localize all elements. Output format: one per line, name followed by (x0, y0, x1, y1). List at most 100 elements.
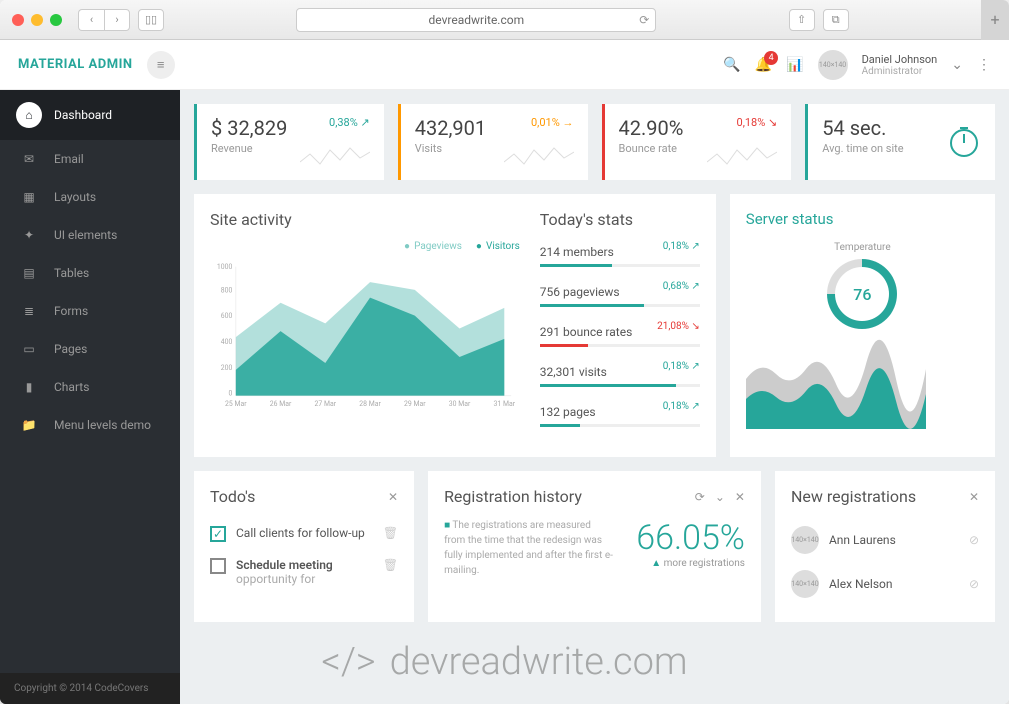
svg-text:600: 600 (221, 312, 233, 320)
svg-text:26 Mar: 26 Mar (270, 400, 292, 408)
new-tab-button[interactable]: + (981, 0, 1009, 40)
chevron-down-icon[interactable]: ⌄ (715, 490, 725, 504)
form-icon: ≣ (16, 304, 42, 318)
sidebar-item-forms[interactable]: ≣ Forms (0, 292, 180, 330)
svg-text:0: 0 (228, 390, 232, 398)
registration-item[interactable]: 140×140 Ann Laurens ⊘ (791, 518, 979, 562)
registration-sub: more registrations (664, 558, 745, 569)
chevron-down-icon[interactable]: ⌄ (951, 57, 963, 73)
home-icon: ⌂ (16, 102, 42, 128)
checkbox-icon[interactable]: ✓ (210, 526, 226, 542)
close-window-icon[interactable] (12, 14, 24, 26)
sidebar-item-ui-elements[interactable]: ✦ UI elements (0, 216, 180, 254)
sidebar-item-label: UI elements (54, 228, 117, 242)
sidebar-item-label: Layouts (54, 190, 96, 204)
checkbox-icon[interactable] (210, 558, 226, 574)
gauge-label: Temperature (746, 242, 979, 253)
sidebar-item-label: Menu levels demo (54, 418, 151, 432)
brand-logo: MATERIAL ADMIN (18, 57, 133, 72)
kpi-visits: 432,901Visits0,01% → (398, 104, 588, 180)
kpi-revenue: $ 32,829Revenue0,38% ↗ (194, 104, 384, 180)
avatar[interactable]: 140×140 (818, 50, 848, 80)
legend-pageviews: Pageviews (404, 241, 462, 252)
kpi-avg-time-on-site: 54 sec.Avg. time on site (805, 104, 995, 180)
stat-row: 214 members0,18% ↗ (540, 241, 700, 267)
svg-text:1000: 1000 (217, 263, 233, 271)
user-name: Alex Nelson (829, 577, 893, 591)
stat-row: 756 pageviews0,68% ↗ (540, 281, 700, 307)
ban-icon[interactable]: ⊘ (969, 577, 979, 591)
ban-icon[interactable]: ⊘ (969, 533, 979, 547)
sidebar-item-pages[interactable]: ▭Pages (0, 330, 180, 368)
sidebar-item-layouts[interactable]: ▦Layouts (0, 178, 180, 216)
site-activity-card: Site activity Pageviews Visitors 02 (194, 194, 716, 457)
sidebar-item-tables[interactable]: ▤ Tables (0, 254, 180, 292)
todo-text: Call clients for follow-up (236, 526, 373, 540)
todos-title: Todo's (210, 487, 255, 506)
close-icon[interactable]: ✕ (969, 490, 979, 504)
app-topbar: MATERIAL ADMIN ≡ 🔍 🔔4 📊 140×140 Daniel J… (0, 40, 1009, 90)
avatar: 140×140 (791, 526, 819, 554)
server-status-title: Server status (746, 210, 979, 228)
kpi-bounce-rate: 42.90%Bounce rate0,18% ↘ (602, 104, 792, 180)
registration-note: The registrations are measured from the … (444, 518, 614, 578)
sidebar-item-label: Tables (54, 266, 89, 280)
sidebar-item-label: Pages (54, 342, 87, 356)
svg-text:28 Mar: 28 Mar (359, 400, 381, 408)
stat-row: 291 bounce rates21,08% ↘ (540, 321, 700, 347)
svg-text:200: 200 (221, 364, 233, 372)
sidebar-item-dashboard[interactable]: ⌂Dashboard (0, 90, 180, 140)
svg-text:800: 800 (221, 286, 233, 294)
user-menu[interactable]: Daniel Johnson Administrator (862, 53, 938, 77)
bar-icon: ▮ (16, 380, 42, 394)
site-activity-title: Site activity (210, 210, 520, 229)
user-name: Ann Laurens (829, 533, 896, 547)
share-icon[interactable]: ⇧ (789, 9, 815, 31)
user-name: Daniel Johnson (862, 53, 938, 66)
server-sparkline (746, 339, 926, 429)
more-icon[interactable]: ⋮ (977, 57, 991, 73)
sidebar-item-email[interactable]: ✉Email (0, 140, 180, 178)
user-role: Administrator (862, 66, 938, 77)
todo-text: Schedule meetingopportunity for (236, 558, 373, 586)
bell-icon[interactable]: 🔔4 (755, 57, 772, 73)
svg-text:400: 400 (221, 338, 233, 346)
reload-icon[interactable]: ⟳ (639, 13, 649, 27)
sidebar-footer: Copyright © 2014 CodeCovers (0, 673, 180, 704)
url-text: devreadwrite.com (429, 13, 525, 27)
chart-icon[interactable]: 📊 (786, 57, 803, 73)
url-bar[interactable]: devreadwrite.com ⟳ (296, 8, 656, 32)
maximize-window-icon[interactable] (50, 14, 62, 26)
tabs-icon[interactable]: ⧉ (823, 9, 849, 31)
browser-toolbar: ‹ › ▯▯ devreadwrite.com ⟳ ⇧ ⧉ + (0, 0, 1009, 40)
puzzle-icon: ✦ (16, 228, 42, 242)
stat-row: 32,301 visits0,18% ↗ (540, 361, 700, 387)
trash-icon[interactable]: 🗑 (383, 526, 398, 540)
sidebar-item-charts[interactable]: ▮Charts (0, 368, 180, 406)
avatar: 140×140 (791, 570, 819, 598)
refresh-icon[interactable]: ⟳ (695, 490, 705, 504)
close-icon[interactable]: ✕ (735, 490, 745, 504)
todo-item[interactable]: ✓ Call clients for follow-up 🗑 (210, 518, 398, 550)
content-area: $ 32,829Revenue0,38% ↗432,901Visits0,01%… (180, 90, 1009, 704)
folder-icon: 📁 (16, 418, 42, 432)
menu-toggle-icon[interactable]: ≡ (147, 51, 175, 79)
registration-item[interactable]: 140×140 Alex Nelson ⊘ (791, 562, 979, 606)
registration-card: Registration history ⟳ ⌄ ✕ The registrat… (428, 471, 761, 622)
trash-icon[interactable]: 🗑 (383, 558, 398, 572)
forward-button[interactable]: › (104, 9, 130, 31)
registration-percent: 66.05% (630, 518, 745, 558)
svg-text:25 Mar: 25 Mar (225, 400, 247, 408)
registration-title: Registration history (444, 487, 582, 506)
search-icon[interactable]: 🔍 (723, 57, 740, 73)
grid-icon: ▤ (16, 266, 42, 280)
minimize-window-icon[interactable] (31, 14, 43, 26)
sidebar-item-menu-levels-demo[interactable]: 📁 Menu levels demo (0, 406, 180, 444)
svg-text:27 Mar: 27 Mar (315, 400, 337, 408)
close-icon[interactable]: ✕ (388, 490, 398, 504)
todo-item[interactable]: Schedule meetingopportunity for 🗑 (210, 550, 398, 594)
todays-stats-title: Today's stats (540, 210, 700, 229)
sidebar-toggle-icon[interactable]: ▯▯ (138, 9, 164, 31)
back-button[interactable]: ‹ (78, 9, 104, 31)
sidebar-item-label: Forms (54, 304, 88, 318)
